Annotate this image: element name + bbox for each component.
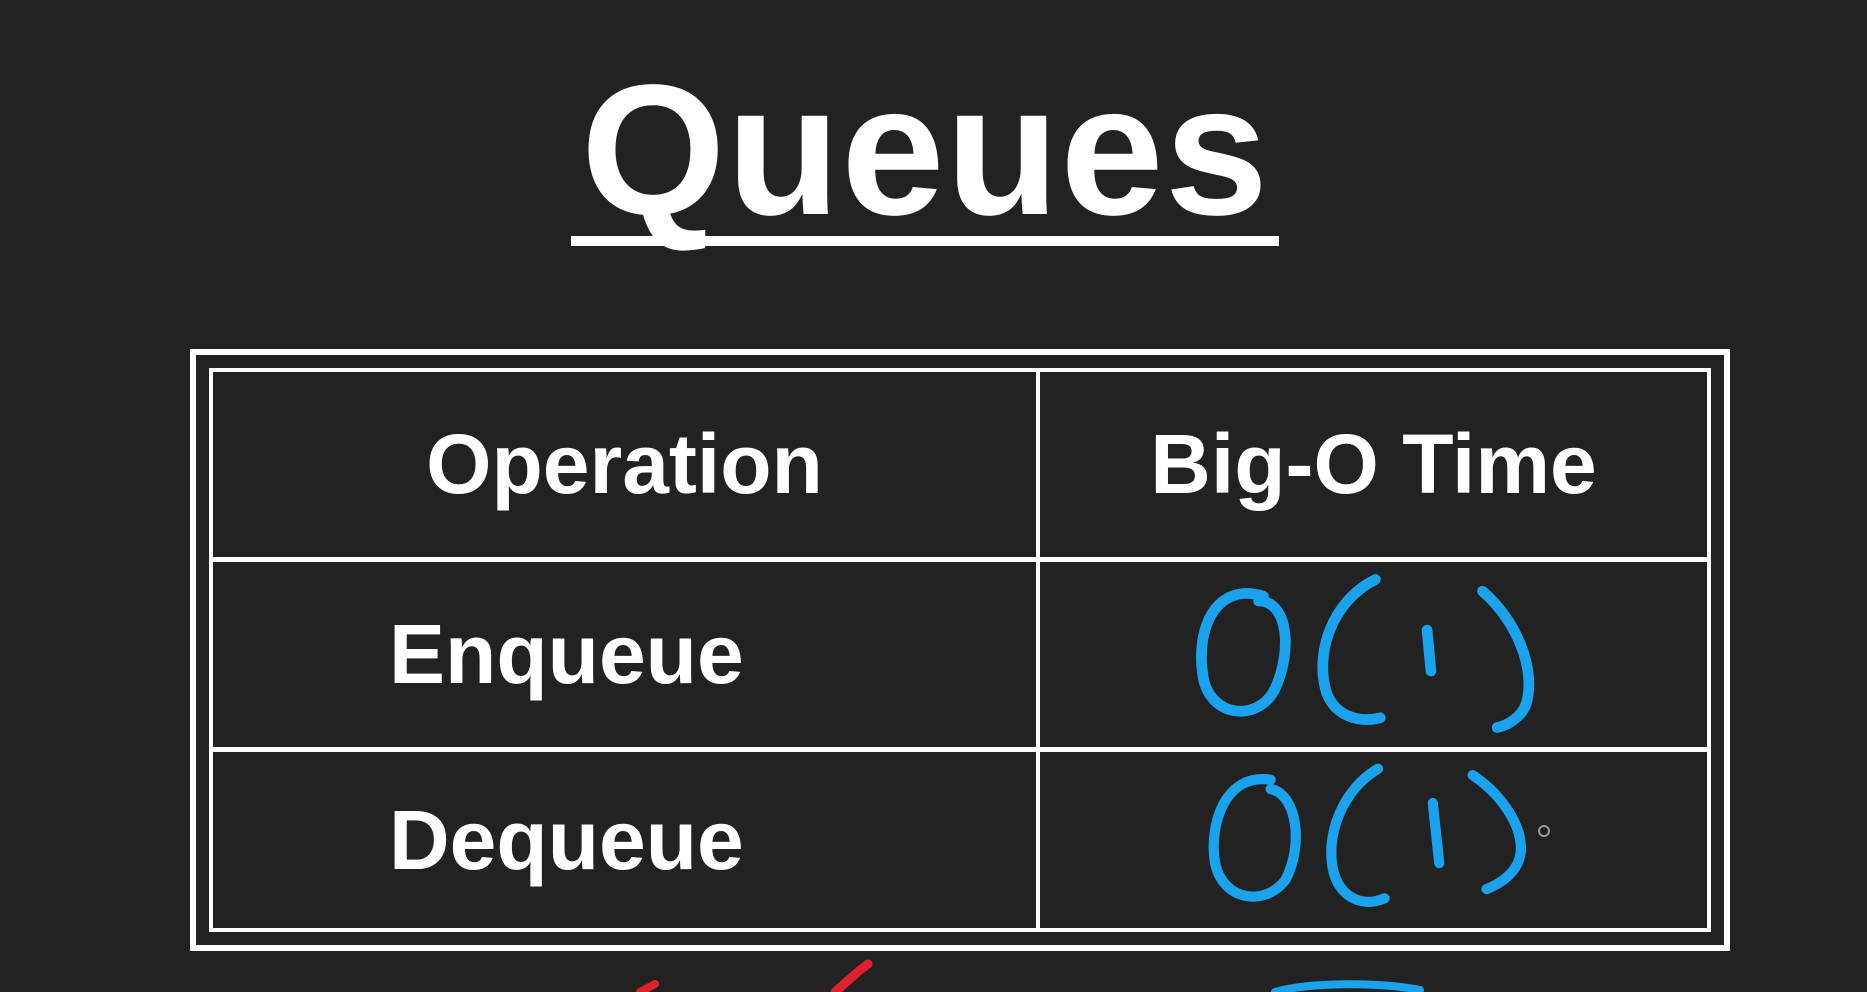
table-cell-dequeue-time [1040,752,1707,928]
operation-dequeue: Dequeue [389,792,744,887]
table-header-cell: Operation [213,372,1040,562]
handwritten-o1-enqueue [1196,574,1535,733]
slide: Queues Operation Big-O Time Enqueue Dequ… [0,0,1867,992]
red-annotation-stroke [636,980,659,992]
slide-title: Queues [580,47,1270,254]
header-operation: Operation [426,417,823,511]
operation-enqueue: Enqueue [389,607,744,701]
complexity-table-grid: Operation Big-O Time Enqueue Dequeue [209,368,1711,932]
table-header-cell: Big-O Time [1040,372,1707,562]
header-big-o-time: Big-O Time [1150,417,1597,511]
title-underline [571,236,1279,246]
cursor-indicator [1538,825,1550,837]
annotation-marks [636,959,1424,992]
table-row-enqueue: Enqueue [213,562,1040,752]
red-annotation-stroke [830,959,873,992]
table-cell-enqueue-time [1040,562,1707,752]
blue-annotation-stroke [1271,980,1424,992]
complexity-table: Operation Big-O Time Enqueue Dequeue [190,349,1730,951]
handwritten-o1-dequeue [1208,763,1526,907]
table-row-dequeue: Dequeue [213,752,1040,928]
